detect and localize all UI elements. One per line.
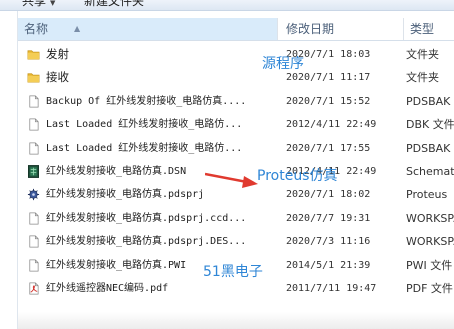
file-row[interactable]: 红外线发射接收_电路仿真.pdsprj.DES... 2020/7/3 11:1… [18,230,454,253]
file-type: PDSBAK 文 [406,141,454,155]
file-type: WORKSPAC [406,235,454,249]
file-date: 2020/7/1 18:02 [286,189,371,201]
file-type: PWI 文件 [406,258,453,272]
file-name: 接收 [46,70,69,85]
toolbar: 共享 ▼ 新建文件夹 [0,0,454,11]
sort-ascending-icon: ▲ [74,24,81,33]
column-header: 名称 ▲ 修改日期 类型 [18,18,454,41]
file-date: 2020/7/7 19:31 [286,212,371,224]
column-date-header[interactable]: 修改日期 [280,18,404,40]
column-name-header[interactable]: 名称 ▲ [18,18,278,40]
proteus-icon [27,189,40,201]
folder-icon [27,50,40,60]
folder-icon [27,73,40,83]
file-type: 文件夹 [406,48,439,61]
column-date-label: 修改日期 [286,22,335,36]
file-date: 2011/7/11 19:47 [286,282,377,294]
file-row[interactable]: Last Loaded 红外线发射接收_电路仿... 2020/7/1 17:5… [18,137,454,160]
file-type: DBK 文件 [406,118,454,132]
schematic-icon [28,165,39,178]
pointer-arrow-icon [205,172,258,188]
share-button[interactable]: 共享 [22,0,46,8]
document-icon [29,142,39,155]
file-name: 红外线发射接收_电路仿真.pdsprj.ccd... [46,212,247,224]
file-row[interactable]: Backup Of 红外线发射接收_电路仿真.... 2020/7/1 15:5… [18,90,454,113]
file-name: 发射 [46,47,69,61]
document-icon [29,235,39,248]
list-bottom-edge [18,312,454,329]
file-name: 红外线发射接收_电路仿真.pdsprj.DES... [46,236,247,248]
pdf-icon [29,282,39,295]
file-date: 2012/4/11 22:49 [286,119,377,131]
file-type: 文件夹 [406,71,439,85]
column-name-label: 名称 [24,22,49,36]
file-type: WORKSPAC [406,211,454,225]
file-row[interactable]: 发射 2020/7/1 18:03 文件夹 [18,43,454,66]
file-date: 2020/7/1 15:52 [286,95,371,107]
file-name: Last Loaded 红外线发射接收_电路仿... [46,119,243,131]
brand-annotation: 51黑电子 [203,264,263,280]
source-code-annotation: 源程序 [262,56,304,72]
proteus-simulation-annotation: Proteus仿真 [257,168,338,184]
file-date: 2020/7/3 11:16 [286,236,371,248]
file-name: Last Loaded 红外线发射接收_电路仿... [46,142,243,154]
document-icon [29,212,39,225]
navigation-pane[interactable] [0,11,18,329]
file-date: 2014/5/1 21:39 [286,259,371,271]
file-type: Proteus [406,188,448,202]
file-row[interactable]: Last Loaded 红外线发射接收_电路仿... 2012/4/11 22:… [18,113,454,136]
document-icon [29,259,39,271]
file-type: PDF 文件 [406,281,453,295]
file-type: PDSBAK 文 [406,94,454,108]
column-type-header[interactable]: 类型 [404,18,454,40]
file-row[interactable]: 接收 2020/7/1 11:17 文件夹 [18,66,454,89]
document-icon [29,118,39,131]
new-folder-button[interactable]: 新建文件夹 [84,0,144,8]
file-type: Schemati [406,164,454,178]
file-name: Backup Of 红外线发射接收_电路仿真.... [46,95,247,107]
share-dropdown-icon[interactable]: ▼ [50,0,55,7]
file-row[interactable]: 红外线发射接收_电路仿真.pdsprj.ccd... 2020/7/7 19:3… [18,207,454,230]
file-date: 2020/7/1 17:55 [286,142,371,154]
document-icon [29,95,39,108]
column-type-label: 类型 [410,22,435,36]
